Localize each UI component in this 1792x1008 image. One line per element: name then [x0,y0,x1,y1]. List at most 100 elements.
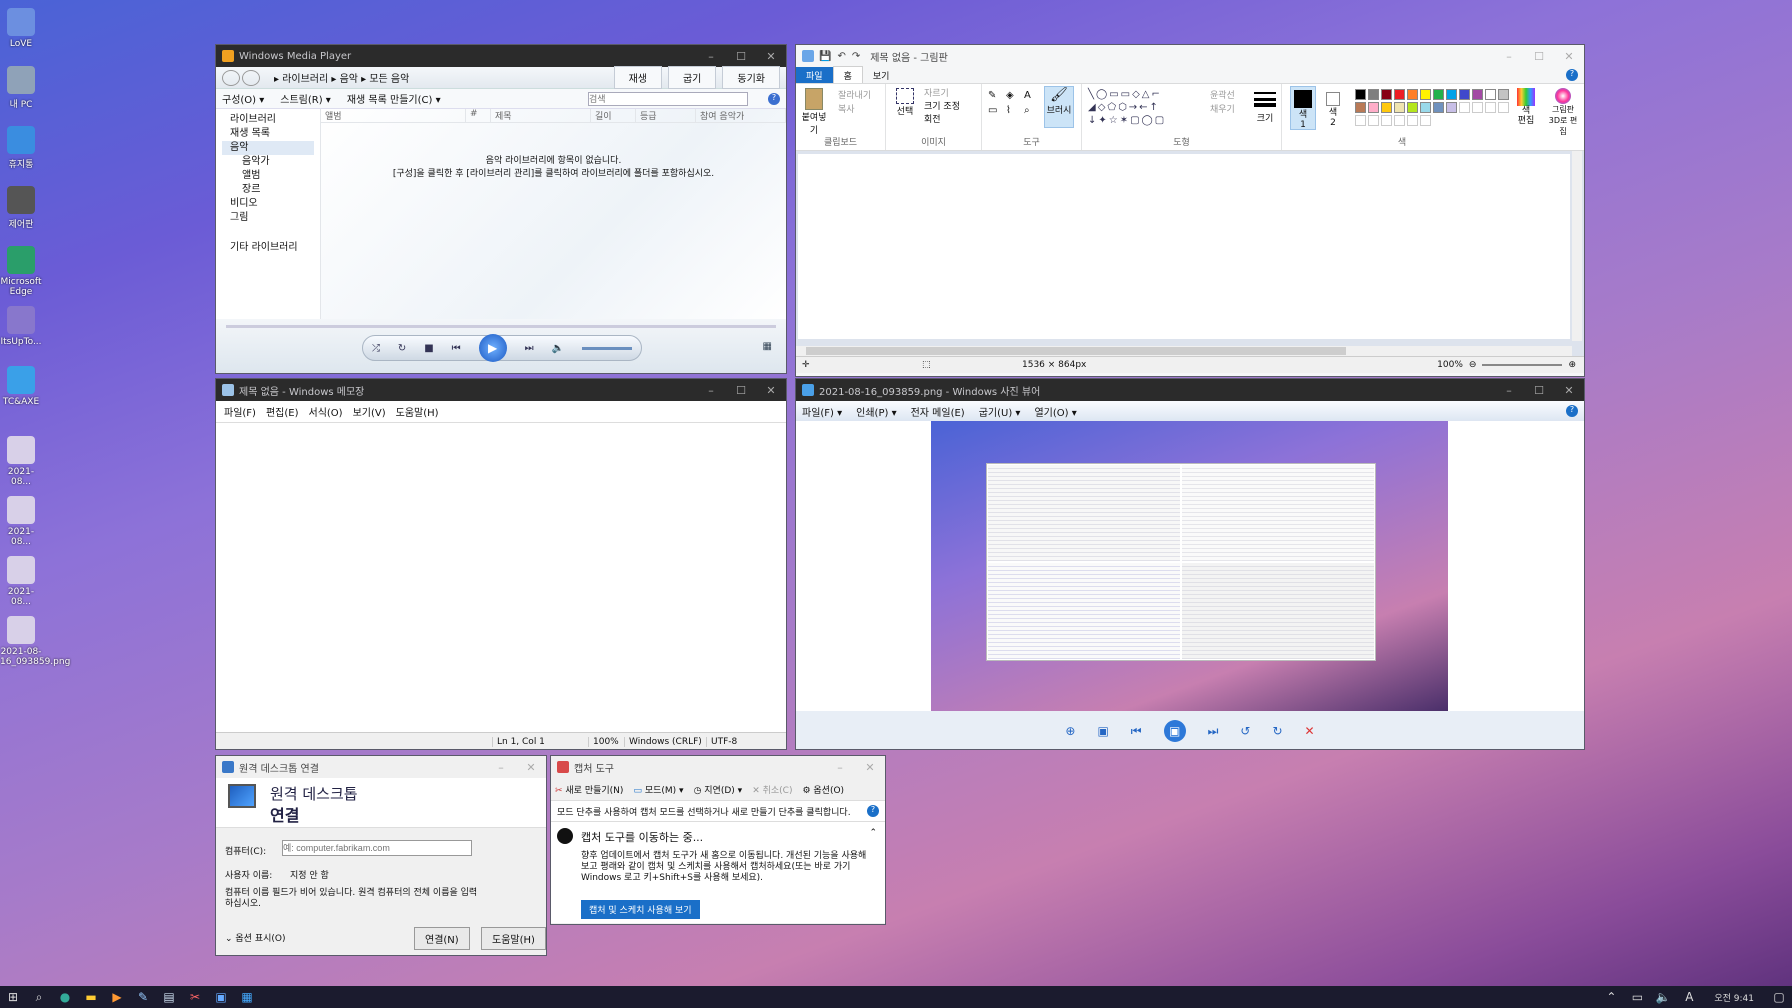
nav-tree-item[interactable]: 라이브러리 [222,113,314,127]
ime-indicator[interactable]: A [1676,986,1702,1008]
palette-color[interactable] [1433,89,1444,100]
next-icon[interactable]: ⏭ [1208,724,1219,739]
palette-color[interactable] [1381,89,1392,100]
notepad-menu-item[interactable]: 파일(F) [224,404,256,419]
notepad-menu-item[interactable]: 도움말(H) [396,404,439,419]
help-button[interactable]: 도움말(H) [481,927,546,950]
minimize-icon[interactable]: – [1494,384,1524,397]
column-header[interactable]: 참여 음악가 [696,109,786,122]
desktop-icon[interactable]: 내 PC [0,66,42,110]
cancel-button[interactable]: ✕ 취소(C) [752,783,792,796]
custom-color-slot[interactable] [1498,102,1509,113]
column-header[interactable]: 등급 [636,109,696,122]
custom-color-slot[interactable] [1420,115,1431,126]
photos-taskbar-icon[interactable]: ▦ [234,986,260,1008]
next-icon[interactable]: ⏭ [525,343,534,354]
breadcrumb[interactable]: ▸ 라이브러리 ▸ 음악 ▸ 모든 음악 [274,70,409,85]
close-icon[interactable]: ✕ [516,761,546,774]
back-icon[interactable] [222,69,240,86]
minimize-icon[interactable]: – [696,384,726,397]
network-icon[interactable]: ▭ [1624,986,1650,1008]
custom-color-slot[interactable] [1407,115,1418,126]
column-header[interactable]: 길이 [591,109,636,122]
search-input[interactable] [588,91,748,106]
palette-color[interactable] [1459,89,1470,100]
copy-button[interactable]: 복사 [838,102,855,115]
minimize-icon[interactable]: – [1494,50,1524,63]
select-button[interactable]: 선택 [892,88,918,117]
rotate-right-icon[interactable]: ↻ [1272,724,1282,738]
palette-color[interactable] [1394,102,1405,113]
play-button[interactable]: ▶ [478,334,507,362]
nav-tree-item[interactable]: 장르 [222,183,314,197]
close-icon[interactable]: ✕ [855,761,885,774]
stream-menu[interactable]: 스트림(R) ▾ [280,91,331,106]
column-header[interactable]: # [466,109,491,122]
palette-color[interactable] [1355,89,1366,100]
photo-viewer-menu-item[interactable]: 파일(F) ▾ [802,404,842,419]
fill-shape-button[interactable]: 채우기 [1210,102,1235,115]
custom-color-slot[interactable] [1485,102,1496,113]
tab-play[interactable]: 재생 [613,66,662,89]
desktop-icon[interactable]: LoVE [0,8,42,49]
stop-icon[interactable]: ■ [424,343,433,354]
minimize-icon[interactable]: – [486,761,516,774]
custom-color-slot[interactable] [1355,115,1366,126]
palette-color[interactable] [1446,102,1457,113]
palette-color[interactable] [1433,102,1444,113]
create-playlist-menu[interactable]: 재생 목록 만들기(C) ▾ [347,91,441,106]
palette-color[interactable] [1381,102,1392,113]
palette-color[interactable] [1394,89,1405,100]
zoom-slider[interactable] [1482,364,1563,366]
color-palette[interactable] [1354,88,1510,127]
rdp-taskbar-icon[interactable]: ▣ [208,986,234,1008]
magnifier-icon[interactable]: ⊕ [1065,724,1075,738]
desktop-icon[interactable]: 2021-08... [0,496,42,547]
rotate-left-icon[interactable]: ↺ [1240,724,1250,738]
paint3d-button[interactable]: 그림판 3D로 편집 [1546,88,1580,137]
mode-button[interactable]: ▭ 모드(M) ▾ [633,783,683,796]
chevron-up-icon[interactable]: ⌃ [1598,986,1624,1008]
notepad-menu-item[interactable]: 보기(V) [353,404,386,419]
palette-color[interactable] [1407,102,1418,113]
text-icon[interactable]: A [1024,90,1038,101]
tab-file[interactable]: 파일 [796,66,833,84]
photo-viewer-menu-item[interactable]: 인쇄(P) ▾ [856,404,896,419]
repeat-icon[interactable]: ↻ [398,343,406,354]
new-snip-button[interactable]: ✂ 새로 만들기(N) [555,783,623,796]
shapes-gallery[interactable]: ╲◯▭▭◇△⌐ ◢◇⬠⬡→←↑ ↓✦☆✶▢◯▢ [1088,88,1198,128]
tab-view[interactable]: 보기 [863,67,900,84]
desktop-icon[interactable]: ItsUpTo... [0,306,42,347]
fill-icon[interactable]: ◈ [1006,90,1020,101]
notification-icon[interactable]: ▢ [1766,986,1792,1008]
snip-taskbar-icon[interactable]: ✂ [182,986,208,1008]
switch-to-now-playing-icon[interactable]: ▦ [763,341,772,352]
color2-button[interactable]: 색 2 [1320,86,1346,128]
custom-color-slot[interactable] [1368,115,1379,126]
color-picker-icon[interactable]: ⌇ [1006,105,1020,116]
search-icon[interactable]: ⌕ [26,986,52,1008]
photo-viewer-menu-item[interactable]: 열기(O) ▾ [1034,404,1076,419]
nav-tree-item[interactable]: 음악가 [222,155,314,169]
notepad-text-area[interactable] [216,422,786,732]
nav-tree-item[interactable]: 앨범 [222,169,314,183]
previous-icon[interactable]: ⏮ [1131,724,1142,739]
help-icon[interactable]: ? [768,92,780,105]
zoom-out-icon[interactable]: ⊖ [1469,360,1477,370]
palette-color[interactable] [1368,89,1379,100]
palette-color[interactable] [1407,89,1418,100]
volume-icon[interactable]: 🔈 [1650,986,1676,1008]
maximize-icon[interactable]: ☐ [1524,50,1554,63]
outline-button[interactable]: 윤곽선 [1210,88,1235,101]
forward-icon[interactable] [242,69,260,86]
paint-canvas[interactable] [798,154,1570,339]
close-icon[interactable]: ✕ [1554,384,1584,397]
palette-color[interactable] [1420,89,1431,100]
paste-button[interactable]: 붙여넣기 [800,88,828,136]
tab-home[interactable]: 홈 [832,66,863,84]
photo-viewer-menu-item[interactable]: 굽기(U) ▾ [979,404,1021,419]
nav-tree-item[interactable]: 음악 [222,141,314,155]
delay-button[interactable]: ◷ 지연(D) ▾ [694,783,743,796]
custom-color-slot[interactable] [1394,115,1405,126]
nav-tree-item[interactable]: 비디오 [222,197,314,211]
